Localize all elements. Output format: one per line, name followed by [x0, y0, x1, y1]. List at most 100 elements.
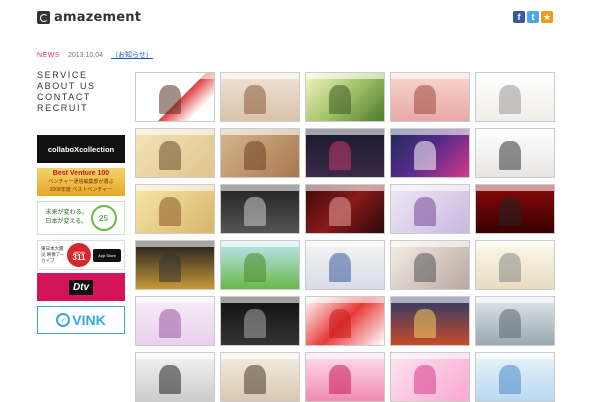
- thumbnail-header-strip: [476, 129, 554, 135]
- portfolio-thumbnail[interactable]: [220, 240, 300, 290]
- thumbnail-header-strip: [476, 297, 554, 303]
- portfolio-thumbnail[interactable]: [135, 352, 215, 402]
- portfolio-thumbnail[interactable]: [475, 240, 555, 290]
- portfolio-thumbnail[interactable]: [390, 296, 470, 346]
- thumbnail-image: [499, 365, 522, 394]
- portfolio-thumbnail[interactable]: [220, 296, 300, 346]
- thumbnail-image: [159, 85, 182, 114]
- collabo-collection-banner[interactable]: collaboXcollection: [37, 135, 125, 163]
- news-bar: NEWS 2013.10.04 （お知らせ）: [37, 50, 153, 60]
- facebook-icon[interactable]: f: [513, 11, 525, 23]
- thumbnail-header-strip: [391, 129, 469, 135]
- portfolio-thumbnail[interactable]: [390, 72, 470, 122]
- best-venture-title: Best Venture 100: [52, 170, 110, 177]
- japan-311-caption: 東日本大震災 映像アーカイブ: [41, 246, 65, 263]
- thumbnail-header-strip: [221, 129, 299, 135]
- main-nav: SERVICE ABOUT US CONTACT RECRUIT: [37, 70, 96, 114]
- portfolio-thumbnail[interactable]: [475, 296, 555, 346]
- portfolio-thumbnail[interactable]: [220, 72, 300, 122]
- portfolio-thumbnail[interactable]: [135, 72, 215, 122]
- thumbnail-image: [244, 197, 267, 226]
- challenge-25-banner[interactable]: 未来が変わる。 日本が変える。 25: [37, 201, 125, 235]
- thumbnail-image: [414, 309, 437, 338]
- portfolio-thumbnail[interactable]: [305, 296, 385, 346]
- thumbnail-header-strip: [221, 241, 299, 247]
- portfolio-thumbnail[interactable]: [475, 184, 555, 234]
- portfolio-thumbnail[interactable]: [475, 72, 555, 122]
- japan-311-icon: JAPAN 311: [67, 243, 91, 267]
- thumbnail-header-strip: [306, 297, 384, 303]
- best-venture-banner[interactable]: Best Venture 100 ベンチャー通信編集部が選ぶ 2008年度 ベス…: [37, 168, 125, 196]
- portfolio-thumbnail[interactable]: [475, 128, 555, 178]
- thumbnail-image: [499, 197, 522, 226]
- nav-about-us[interactable]: ABOUT US: [37, 81, 96, 92]
- thumbnail-header-strip: [136, 353, 214, 359]
- portfolio-thumbnail[interactable]: [135, 184, 215, 234]
- portfolio-thumbnail[interactable]: [305, 184, 385, 234]
- nav-service[interactable]: SERVICE: [37, 70, 96, 81]
- portfolio-thumbnail[interactable]: [305, 352, 385, 402]
- thumbnail-image: [329, 85, 352, 114]
- site-logo[interactable]: amazement: [37, 10, 141, 25]
- portfolio-thumbnail[interactable]: [220, 352, 300, 402]
- thumbnail-image: [414, 253, 437, 282]
- nav-recruit[interactable]: RECRUIT: [37, 103, 96, 114]
- portfolio-thumbnail[interactable]: [390, 240, 470, 290]
- challenge-line-2: 日本が変える。: [45, 219, 88, 225]
- thumbnail-header-strip: [391, 297, 469, 303]
- thumbnail-header-strip: [306, 73, 384, 79]
- thumbnail-image: [414, 197, 437, 226]
- thumbnail-image: [159, 365, 182, 394]
- thumbnail-header-strip: [136, 185, 214, 191]
- portfolio-thumbnail[interactable]: [305, 128, 385, 178]
- thumbnail-image: [244, 365, 267, 394]
- thumbnail-image: [159, 309, 182, 338]
- portfolio-thumbnail[interactable]: [305, 72, 385, 122]
- portfolio-thumbnail[interactable]: [220, 128, 300, 178]
- thumbnail-image: [414, 141, 437, 170]
- best-venture-sub: ベンチャー通信編集部が選ぶ: [48, 179, 114, 185]
- thumbnail-image: [329, 141, 352, 170]
- vink-banner[interactable]: ✓ VINK: [37, 306, 125, 334]
- vink-text: VINK: [72, 312, 106, 328]
- thumbnail-image: [244, 85, 267, 114]
- thumbnail-image: [414, 85, 437, 114]
- thumbnail-header-strip: [136, 297, 214, 303]
- nav-contact[interactable]: CONTACT: [37, 92, 96, 103]
- portfolio-thumbnail[interactable]: [135, 240, 215, 290]
- portfolio-thumbnail[interactable]: [390, 128, 470, 178]
- thumbnail-header-strip: [476, 353, 554, 359]
- thumbnail-image: [159, 141, 182, 170]
- thumbnail-header-strip: [391, 185, 469, 191]
- thumbnail-image: [499, 85, 522, 114]
- thumbnail-header-strip: [136, 129, 214, 135]
- portfolio-thumbnail[interactable]: [305, 240, 385, 290]
- dtv-logo: Dtv: [68, 279, 94, 295]
- thumbnail-header-strip: [306, 129, 384, 135]
- best-venture-sub2: 2008年度 ベストベンチャー: [49, 187, 113, 193]
- favorite-star-icon[interactable]: ★: [541, 11, 553, 23]
- thumbnail-image: [244, 309, 267, 338]
- portfolio-grid: [135, 72, 565, 402]
- thumbnail-header-strip: [391, 241, 469, 247]
- twitter-icon[interactable]: t: [527, 11, 539, 23]
- thumbnail-image: [414, 365, 437, 394]
- news-date: 2013.10.04: [68, 51, 104, 59]
- portfolio-thumbnail[interactable]: [390, 352, 470, 402]
- portfolio-thumbnail[interactable]: [220, 184, 300, 234]
- japan-311-banner[interactable]: 東日本大震災 映像アーカイブ JAPAN 311 App Store: [37, 240, 125, 270]
- portfolio-thumbnail[interactable]: [475, 352, 555, 402]
- portfolio-thumbnail[interactable]: [390, 184, 470, 234]
- challenge-line-1: 未来が変わる。: [45, 210, 88, 216]
- portfolio-thumbnail[interactable]: [135, 296, 215, 346]
- thumbnail-image: [329, 253, 352, 282]
- app-store-badge: App Store: [93, 248, 121, 262]
- thumbnail-image: [499, 141, 522, 170]
- challenge-text: 未来が変わる。 日本が変える。: [45, 209, 87, 227]
- thumbnail-header-strip: [476, 241, 554, 247]
- news-link[interactable]: （お知らせ）: [111, 50, 153, 60]
- dtv-banner[interactable]: Dtv: [37, 273, 125, 301]
- thumbnail-image: [499, 309, 522, 338]
- thumbnail-header-strip: [221, 297, 299, 303]
- portfolio-thumbnail[interactable]: [135, 128, 215, 178]
